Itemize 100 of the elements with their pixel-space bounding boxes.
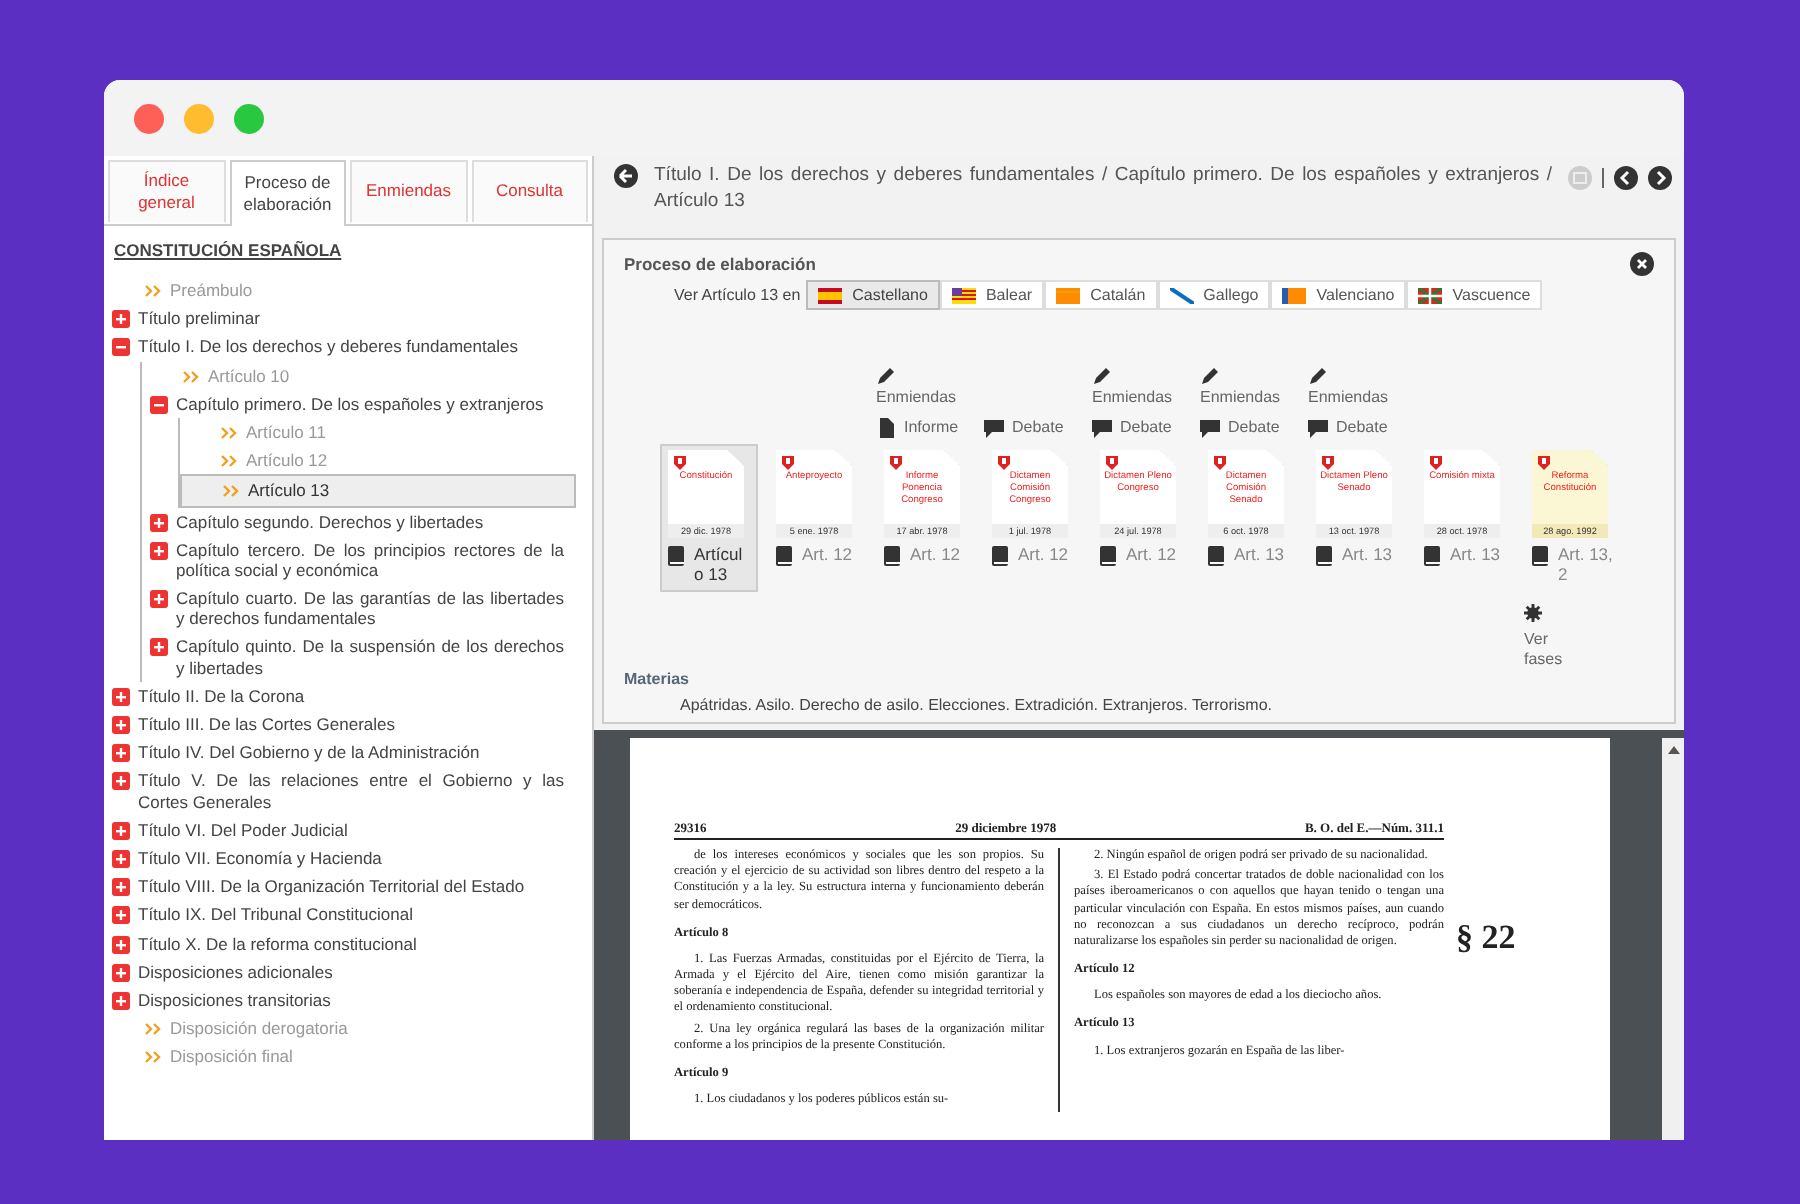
collapse-icon bbox=[150, 395, 168, 414]
language-tab[interactable]: Vascuence bbox=[1406, 280, 1543, 310]
expand-icon bbox=[112, 849, 130, 868]
tree-item[interactable]: Capítulo segundo. Derechos y libertades bbox=[142, 507, 576, 536]
book-icon bbox=[884, 546, 900, 566]
double-chevron-icon bbox=[182, 369, 200, 384]
book-icon bbox=[1208, 546, 1224, 566]
emblem-icon bbox=[1430, 456, 1442, 470]
pencil-icon bbox=[1308, 366, 1328, 387]
tree-item[interactable]: Título IV. Del Gobierno y de la Administración bbox=[104, 738, 576, 767]
action-link[interactable]: Enmiendas bbox=[1092, 366, 1173, 408]
flag-icon bbox=[1418, 287, 1443, 303]
tree-item[interactable]: Artículo 13 bbox=[180, 474, 576, 507]
previous-icon[interactable] bbox=[1614, 166, 1638, 190]
tree-item[interactable]: Título VI. Del Poder Judicial bbox=[104, 815, 576, 844]
speech-bubble-icon bbox=[1308, 418, 1328, 438]
subjects-list: Apátridas. Asilo. Derecho de asilo. Elecciones. Extradición. Extranjeros. Terrorismo. bbox=[680, 695, 1654, 714]
tree-item[interactable]: Capítulo primero. De los españoles y extranjeros bbox=[142, 389, 576, 418]
action-link[interactable]: Enmiendas bbox=[1200, 366, 1281, 408]
double-chevron-icon bbox=[144, 284, 162, 298]
expand-icon bbox=[150, 541, 168, 560]
window-control-button[interactable] bbox=[134, 103, 164, 133]
tree-item[interactable]: Título preliminar bbox=[104, 304, 576, 333]
language-tab[interactable]: Catalán bbox=[1044, 280, 1158, 310]
tree-item[interactable]: Título VIII. De la Organización Territorial del Estado bbox=[104, 872, 576, 901]
book-icon bbox=[668, 546, 684, 566]
book-icon bbox=[1424, 546, 1440, 566]
tree-item[interactable]: Capítulo cuarto. De las garantías de las libertades y derechos fundamentales bbox=[142, 584, 576, 633]
expand-icon bbox=[150, 638, 168, 657]
next-icon[interactable] bbox=[1648, 166, 1672, 190]
tree-item[interactable]: Capítulo tercero. De los principios rectores de la política social y económica bbox=[142, 535, 576, 585]
speech-bubble-icon bbox=[1092, 418, 1112, 438]
action-link[interactable]: Debate bbox=[1308, 418, 1389, 438]
language-label: Ver Artículo 13 en bbox=[674, 286, 801, 304]
close-button[interactable] bbox=[1630, 252, 1654, 276]
section-number: § 22 bbox=[1456, 918, 1516, 960]
book-icon bbox=[1100, 546, 1116, 566]
tree-item[interactable]: Título VII. Economía y Hacienda bbox=[104, 843, 576, 873]
expand-icon bbox=[112, 821, 130, 840]
double-chevron-icon bbox=[144, 1022, 162, 1037]
emblem-icon bbox=[674, 456, 686, 470]
back-arrow-icon[interactable] bbox=[614, 164, 638, 188]
double-chevron-icon bbox=[222, 484, 240, 499]
emblem-icon bbox=[998, 456, 1010, 470]
tab[interactable]: Índice general bbox=[108, 160, 225, 222]
flag-icon bbox=[818, 287, 843, 303]
scrollbar[interactable] bbox=[1662, 738, 1684, 1140]
action-link[interactable]: Enmiendas bbox=[1308, 366, 1389, 408]
emblem-icon bbox=[890, 456, 902, 470]
double-chevron-icon bbox=[144, 1050, 162, 1065]
book-icon bbox=[1316, 546, 1332, 566]
action-link[interactable]: Informe bbox=[876, 418, 959, 438]
tab[interactable]: Enmiendas bbox=[350, 160, 467, 222]
tab[interactable]: Consulta bbox=[471, 160, 588, 222]
tree-item[interactable]: Capítulo quinto. De la suspensión de los derechos y libertades bbox=[142, 632, 576, 682]
expand-icon bbox=[112, 687, 130, 706]
action-link[interactable]: Debate bbox=[1200, 418, 1281, 438]
language-tab[interactable]: Balear bbox=[939, 280, 1045, 310]
flag-icon bbox=[1169, 287, 1194, 303]
tree-item[interactable]: Título IX. Del Tribunal Constitucional bbox=[104, 900, 576, 929]
emblem-icon bbox=[1214, 456, 1226, 470]
action-link[interactable]: Debate bbox=[1092, 418, 1173, 438]
expand-icon bbox=[150, 590, 168, 609]
action-link[interactable]: Enmiendas bbox=[876, 366, 959, 408]
emblem-icon bbox=[1322, 456, 1334, 470]
emblem-icon bbox=[1106, 456, 1118, 470]
tree-item[interactable]: Título II. De la Corona bbox=[104, 681, 576, 710]
flag-icon bbox=[1282, 287, 1307, 303]
expand-icon bbox=[112, 772, 130, 791]
tree-item[interactable]: Título III. De las Cortes Generales bbox=[104, 710, 576, 739]
speech-bubble-icon bbox=[984, 418, 1004, 438]
expand-icon bbox=[112, 310, 130, 329]
tree-item[interactable]: Título I. De los derechos y deberes fundamentales bbox=[104, 332, 576, 362]
expand-icon bbox=[112, 963, 130, 982]
tree-item[interactable]: Título V. De las relaciones entre el Gobierno y las Cortes Generales bbox=[104, 766, 576, 816]
tree-item[interactable]: Disposiciones adicionales bbox=[104, 957, 576, 986]
gear-icon bbox=[1524, 604, 1542, 623]
emblem-icon bbox=[1538, 456, 1550, 470]
document-icon bbox=[876, 418, 896, 438]
expand-icon bbox=[112, 991, 130, 1010]
tree-item[interactable]: Título X. De la reforma constitucional bbox=[104, 929, 576, 958]
pencil-icon bbox=[1092, 366, 1112, 387]
close-icon bbox=[1630, 252, 1654, 276]
language-tab[interactable]: Gallego bbox=[1157, 280, 1271, 310]
expand-icon bbox=[112, 744, 130, 763]
phases-link[interactable]: Ver fases bbox=[1524, 604, 1584, 670]
book-icon bbox=[992, 546, 1008, 566]
double-chevron-icon bbox=[220, 425, 238, 440]
pencil-icon bbox=[1200, 366, 1220, 387]
action-link[interactable]: Debate bbox=[984, 418, 1064, 438]
pencil-icon bbox=[876, 366, 896, 387]
language-tab[interactable]: Castellano bbox=[806, 280, 940, 310]
expand-icon bbox=[112, 716, 130, 734]
breadcrumb: Título I. De los derechos y deberes fundamentales / Capítulo primero. De los españoles y extranjeros / Artículo 13 bbox=[654, 164, 1552, 216]
expand-icon bbox=[112, 906, 130, 925]
tab[interactable]: Proceso de elaboración bbox=[229, 160, 346, 226]
emblem-icon bbox=[782, 456, 794, 470]
language-tab[interactable]: Valenciano bbox=[1270, 280, 1407, 310]
tree-item[interactable]: Disposiciones transitorias bbox=[104, 985, 576, 1015]
article-link[interactable]: Artículo 13 bbox=[694, 544, 750, 585]
